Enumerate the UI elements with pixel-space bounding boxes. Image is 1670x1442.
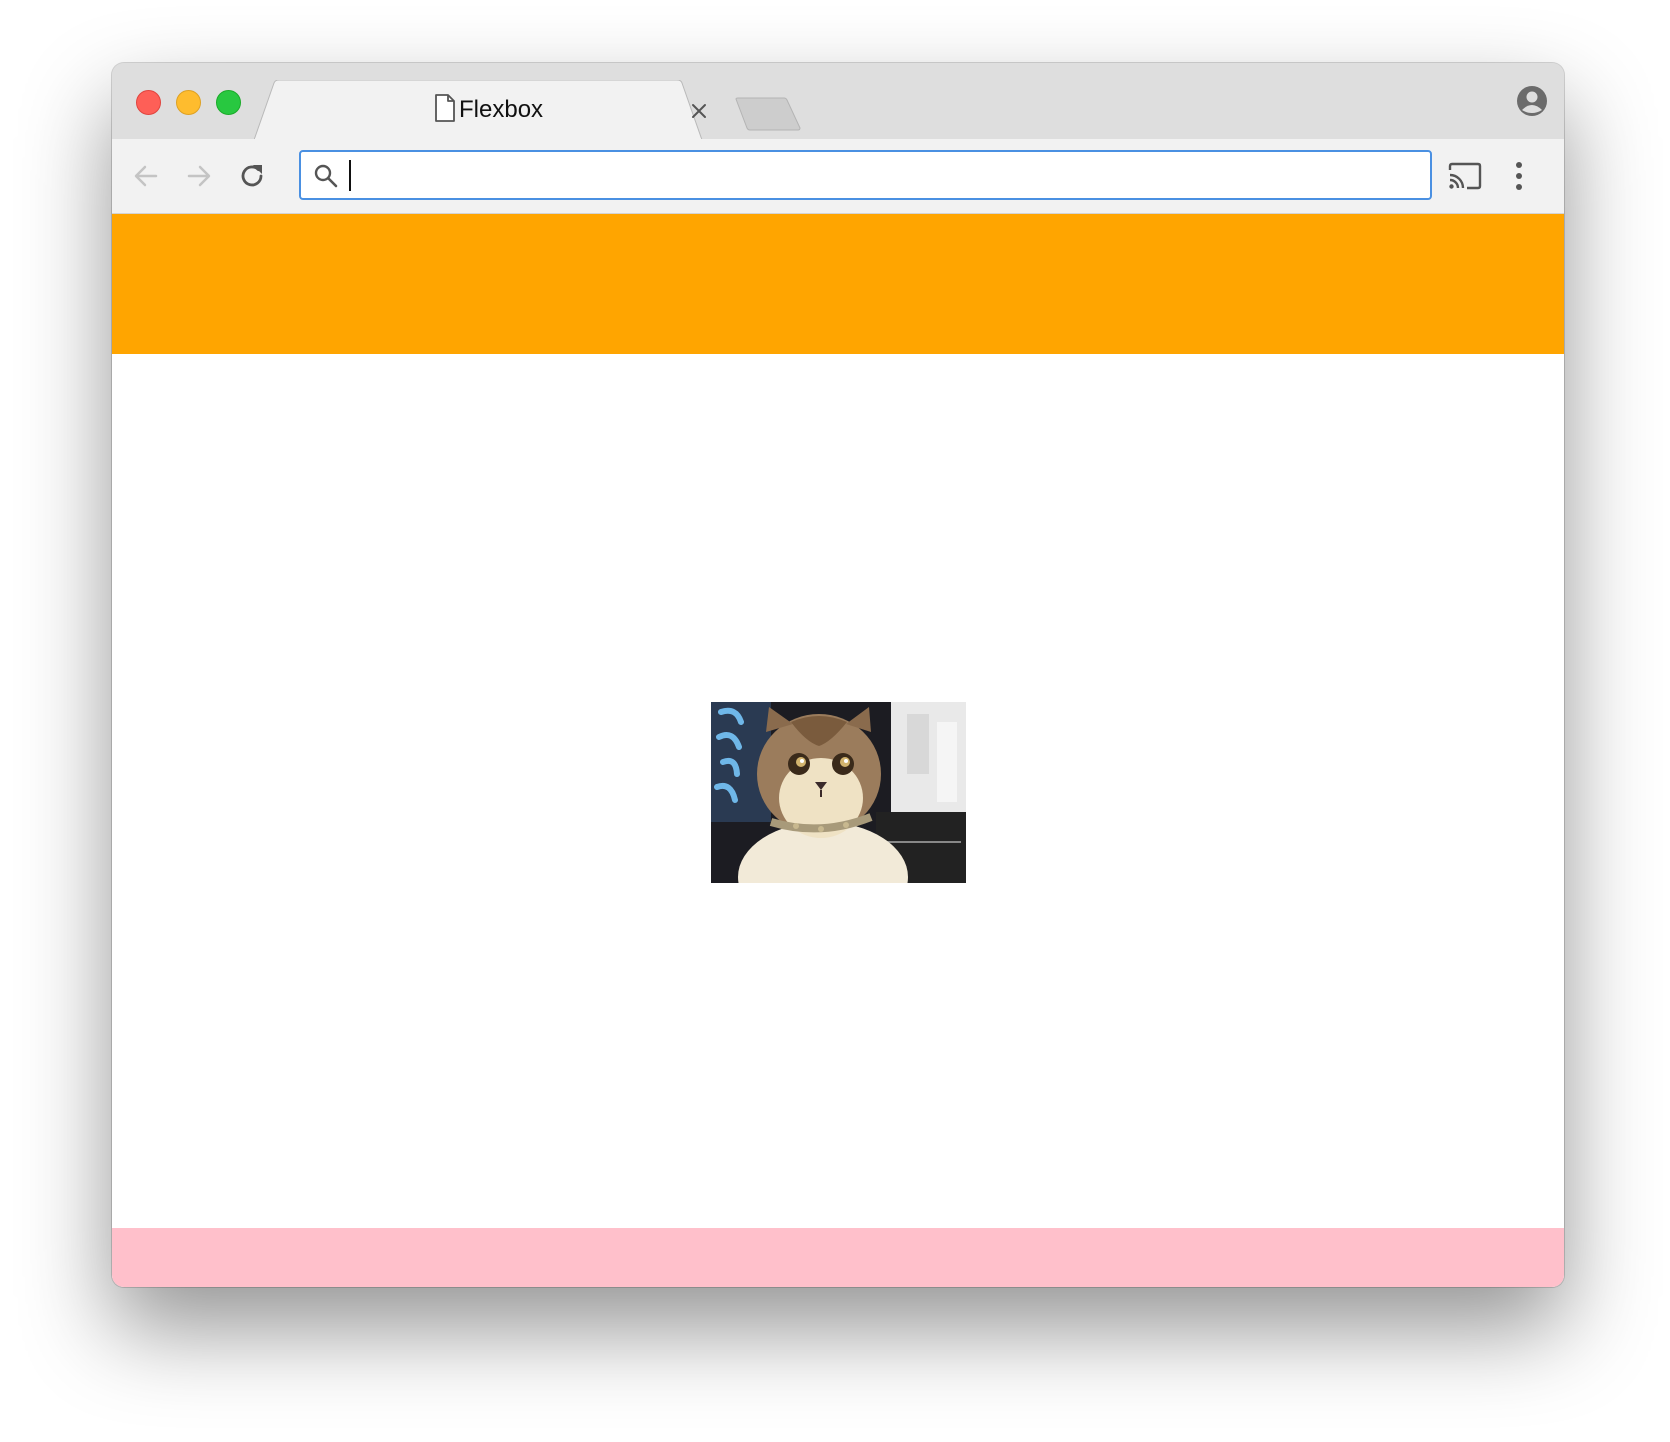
page-footer: [112, 1228, 1564, 1287]
page-viewport: [112, 214, 1564, 1287]
browser-toolbar: [112, 139, 1564, 214]
back-button[interactable]: [126, 156, 166, 196]
reload-icon: [241, 165, 263, 187]
cast-button[interactable]: [1445, 156, 1485, 196]
cast-icon: [1448, 162, 1482, 190]
menu-button[interactable]: [1499, 156, 1539, 196]
search-icon: [314, 164, 338, 188]
document-icon: [435, 94, 455, 122]
maximize-window-button[interactable]: [216, 90, 241, 115]
arrow-left-icon: [134, 165, 158, 187]
minimize-window-button[interactable]: [176, 90, 201, 115]
page-header: [112, 214, 1564, 354]
reload-button[interactable]: [232, 156, 272, 196]
close-window-button[interactable]: [136, 90, 161, 115]
address-input[interactable]: [349, 158, 1409, 192]
arrow-right-icon: [187, 165, 211, 187]
address-bar[interactable]: [299, 150, 1432, 200]
cat-image: [711, 702, 966, 883]
kebab-menu-icon: [1516, 162, 1522, 190]
page-main: [112, 354, 1564, 1228]
tab-flexbox[interactable]: Flexbox: [254, 80, 714, 140]
forward-button[interactable]: [179, 156, 219, 196]
text-caret: [349, 160, 351, 191]
browser-window: Flexbox: [112, 63, 1564, 1287]
tab-title: Flexbox: [459, 96, 544, 123]
title-bar: Flexbox: [112, 63, 1564, 140]
close-icon[interactable]: [688, 100, 710, 122]
person-circle-icon[interactable]: [1516, 85, 1548, 117]
new-tab-icon[interactable]: [734, 97, 804, 131]
